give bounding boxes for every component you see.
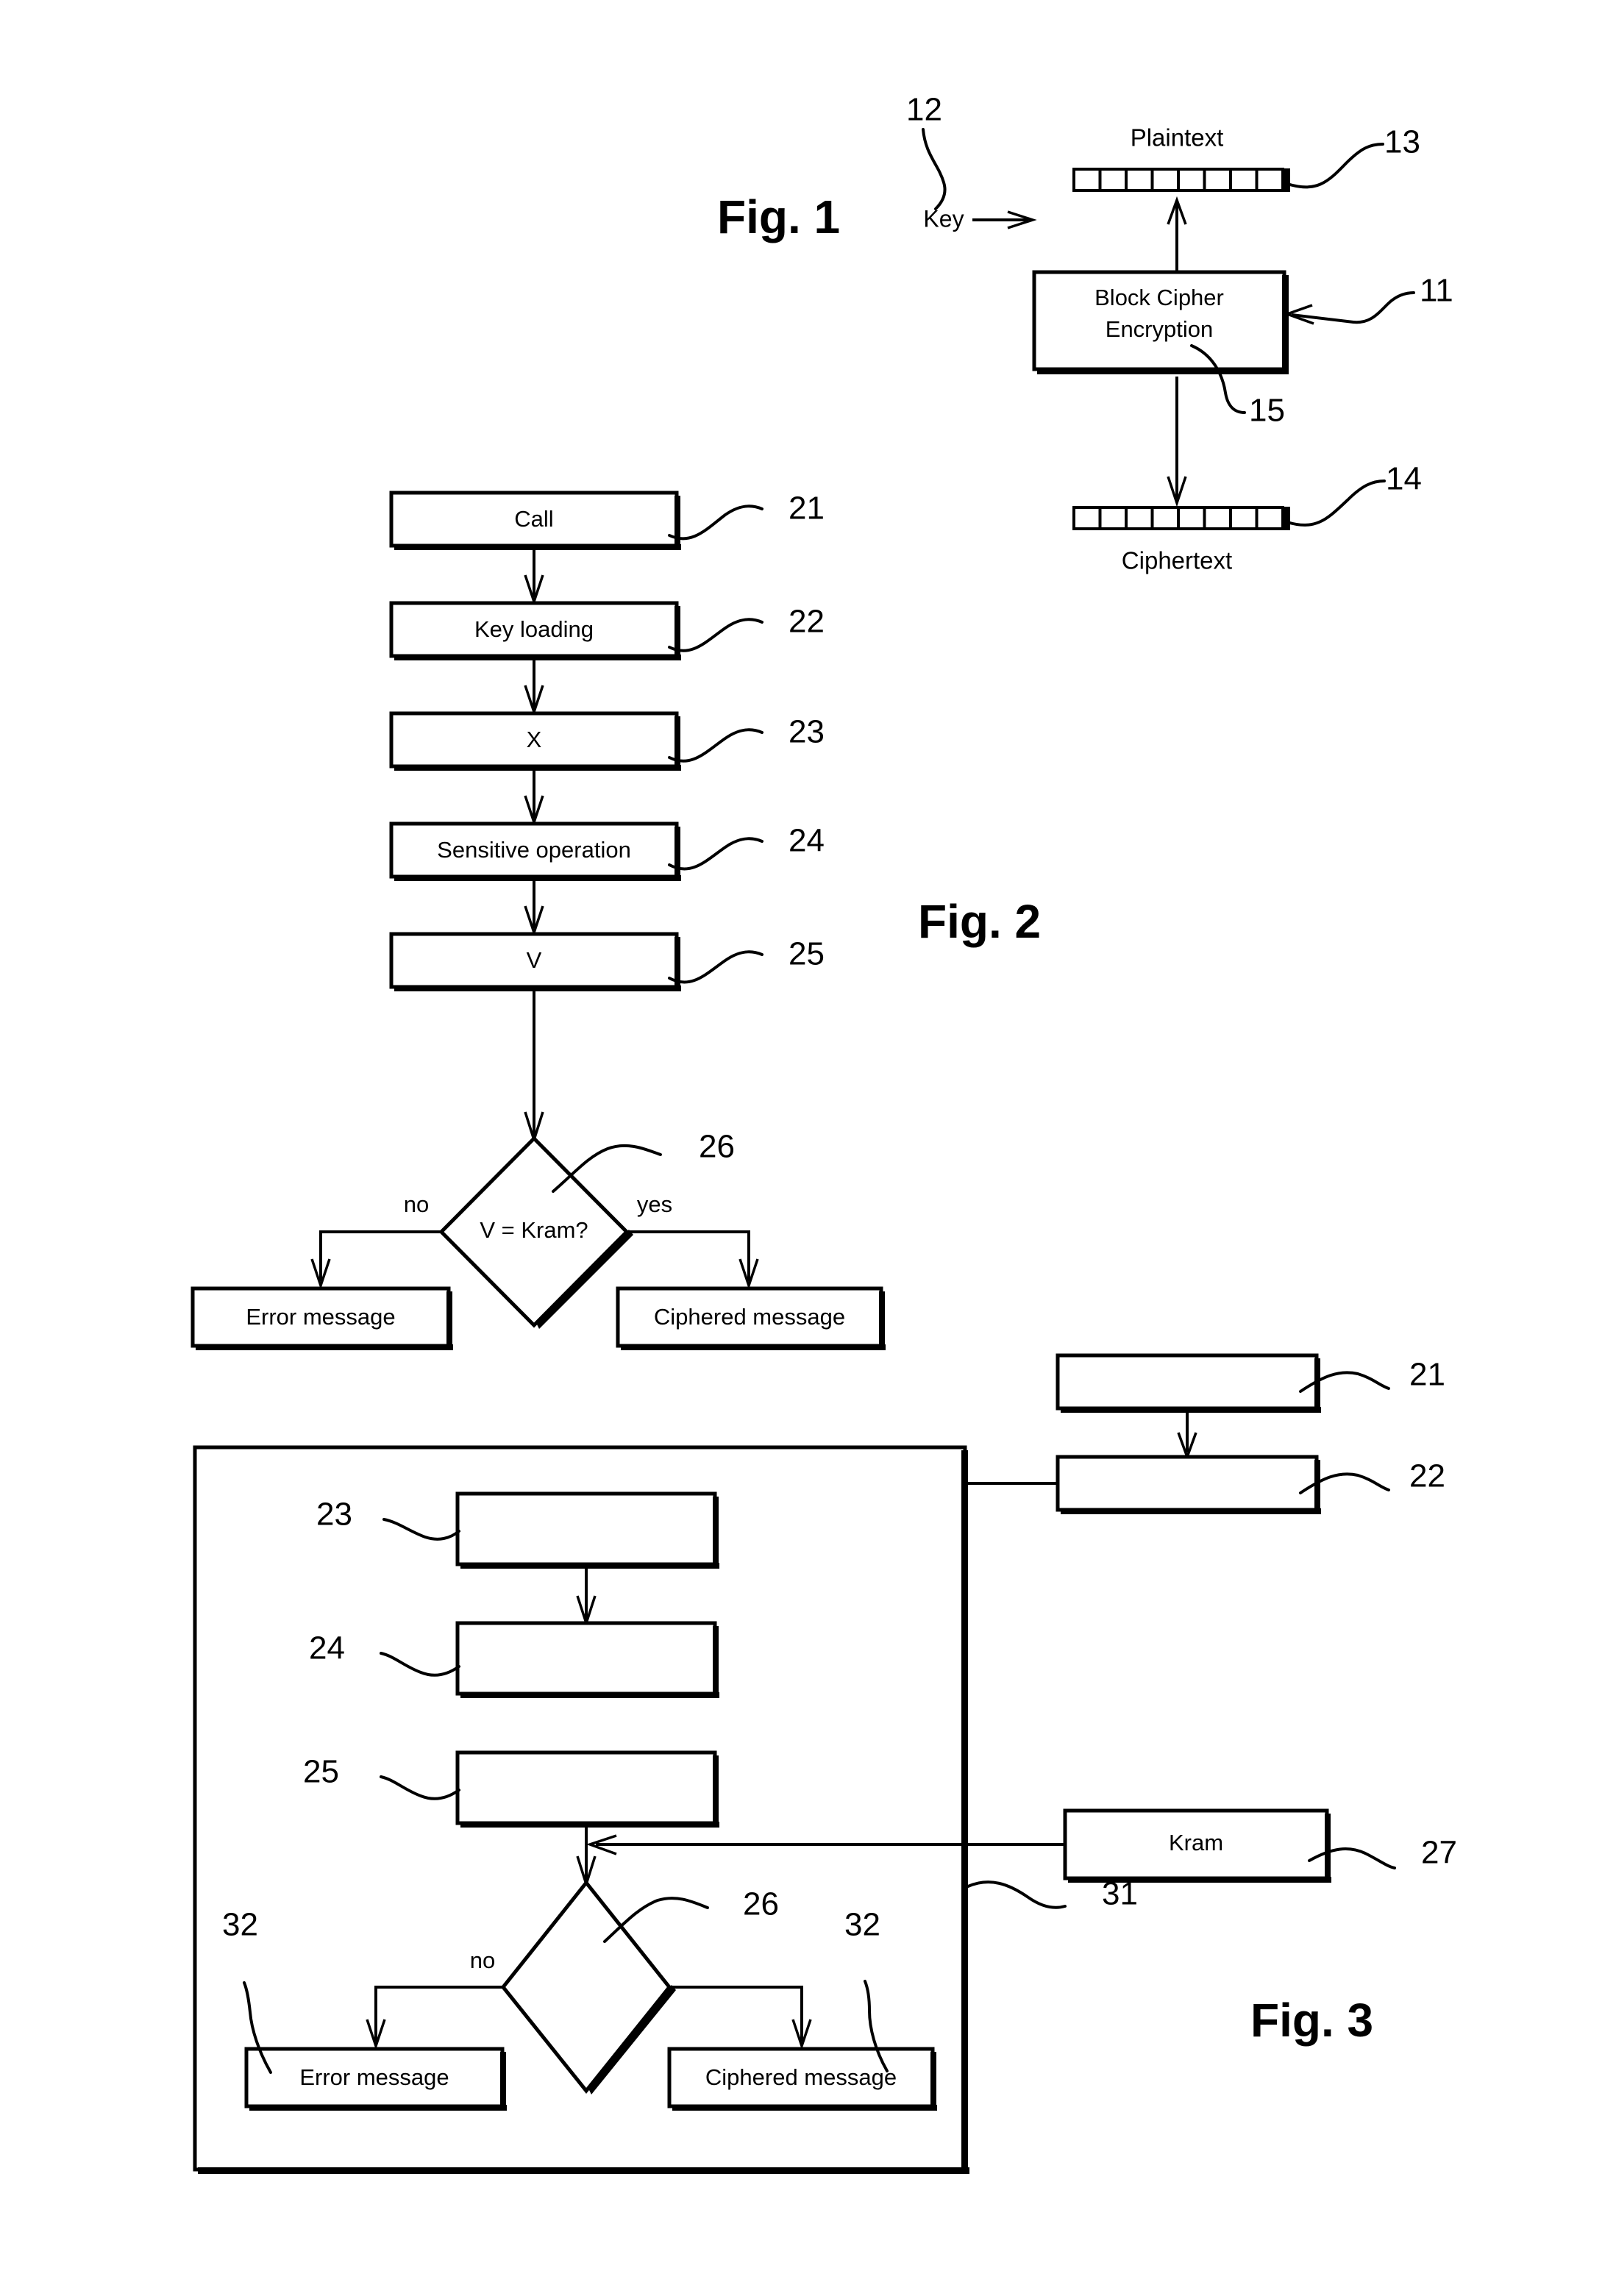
leader-line-13	[1286, 143, 1384, 189]
ref-numeral-13: 13	[1384, 124, 1420, 160]
fig3-ref-24: 24	[309, 1630, 345, 1666]
fig3-ref-27: 27	[1421, 1835, 1457, 1871]
fig2-step-24-label: Sensitive operation	[437, 837, 631, 863]
fig3-ref-32-left: 32	[222, 1907, 258, 1943]
fig2-ref-25: 25	[789, 936, 825, 972]
block-cipher-encryption-box: Block Cipher Encryption	[1032, 270, 1289, 374]
leader-line-fig2-24	[668, 837, 763, 871]
figure-3: 21 22 31 Fig. 3 23 24 25 Kram 27 26 no E…	[193, 1353, 1457, 2174]
fig3-step-23	[455, 1491, 719, 1569]
fig3-ref-25: 25	[303, 1754, 339, 1790]
ciphertext-label: Ciphertext	[1122, 547, 1232, 574]
leader-line-fig2-25	[668, 950, 763, 984]
fig2-arrow-25-26	[524, 991, 544, 1144]
fig2-ref-26: 26	[699, 1129, 735, 1165]
fig2-step-24: Sensitive operation	[389, 821, 681, 881]
ref-numeral-11: 11	[1420, 273, 1453, 309]
fig2-step-22-label: Key loading	[474, 616, 594, 642]
figure-1: Plaintext 13 12 Key Fig. 1 Block Cipher …	[717, 92, 1453, 574]
fig3-ref-21: 21	[1409, 1357, 1445, 1393]
fig2-step-21: Call	[389, 491, 681, 550]
fig3-kram-box: Kram	[1063, 1808, 1331, 1883]
leader-line-11	[1283, 291, 1415, 325]
arrow-key-to-cipher	[972, 210, 1037, 229]
fig2-arrow-23-24	[524, 771, 544, 827]
fig3-step-25	[455, 1750, 719, 1828]
ref-numeral-14: 14	[1386, 461, 1422, 497]
fig2-decision-26: V = Kram?	[438, 1135, 633, 1329]
ciphertext-block-array	[1072, 506, 1290, 530]
plaintext-label: Plaintext	[1131, 124, 1224, 151]
fig2-outcome-ciphered: Ciphered message	[616, 1286, 886, 1350]
fig2-step-25-label: V	[527, 947, 542, 973]
fig2-outcome-error-label: Error message	[246, 1304, 395, 1330]
fig2-outcome-error: Error message	[191, 1286, 453, 1350]
ref-numeral-15: 15	[1249, 393, 1285, 429]
fig2-step-25: V	[389, 932, 681, 991]
fig2-branch-no	[310, 1230, 441, 1290]
fig2-outcome-ciphered-label: Ciphered message	[654, 1304, 845, 1330]
fig2-arrow-22-23	[524, 660, 544, 716]
cipher-block-line1: Block Cipher	[1094, 285, 1224, 310]
fig2-branch-no-label: no	[404, 1191, 429, 1217]
fig3-outcome-error: Error message	[244, 2047, 507, 2111]
fig3-step-22	[1056, 1455, 1321, 1514]
fig3-outcome-error-label: Error message	[299, 2064, 449, 2090]
arrow-cipher-to-ciphertext	[1167, 377, 1187, 507]
figure-2-title: Fig. 2	[918, 895, 1041, 948]
key-label: Key	[923, 205, 964, 232]
fig2-branch-yes-label: yes	[637, 1191, 672, 1217]
fig3-ref-22: 22	[1409, 1458, 1445, 1494]
fig3-kram-label: Kram	[1169, 1830, 1223, 1855]
fig3-outcome-ciphered-label: Ciphered message	[705, 2064, 897, 2090]
leader-line-fig2-22	[668, 618, 763, 652]
ref-numeral-12: 12	[906, 92, 942, 128]
cipher-block-line2: Encryption	[1106, 316, 1213, 342]
fig3-ref-26: 26	[743, 1886, 779, 1922]
fig2-arrow-24-25	[524, 881, 544, 937]
fig2-step-23: X	[389, 711, 681, 771]
fig2-step-21-label: Call	[514, 506, 553, 532]
fig3-arrow-21-22	[1177, 1413, 1197, 1461]
leader-line-14	[1286, 479, 1386, 527]
fig2-step-23-label: X	[527, 727, 542, 752]
fig3-step-21	[1056, 1353, 1321, 1413]
fig2-ref-21: 21	[789, 491, 825, 527]
fig3-outcome-ciphered: Ciphered message	[667, 2047, 937, 2111]
fig3-ref-32-right: 32	[844, 1907, 880, 1943]
fig2-arrow-21-22	[524, 550, 544, 606]
fig2-step-22: Key loading	[389, 601, 681, 660]
patent-drawing-sheet: Plaintext 13 12 Key Fig. 1 Block Cipher …	[0, 0, 1616, 2296]
plaintext-block-array	[1072, 168, 1290, 192]
fig3-step-24	[455, 1621, 719, 1698]
figure-2: Call 21 Key loading 22 X 23 Sensitive op…	[191, 491, 1041, 1350]
leader-line-fig2-23	[668, 728, 763, 763]
arrow-cipher-to-plaintext	[1167, 196, 1187, 272]
fig3-ref-23: 23	[316, 1497, 352, 1533]
leader-line-12	[922, 128, 947, 210]
fig2-ref-23: 23	[789, 714, 825, 750]
figure-3-title: Fig. 3	[1250, 1994, 1373, 2047]
leader-line-fig2-21	[668, 505, 763, 541]
figure-1-title: Fig. 1	[717, 190, 840, 243]
fig3-branch-no-label: no	[470, 1947, 495, 1973]
fig2-decision-label: V = Kram?	[480, 1217, 588, 1243]
leader-line-fig3-31	[967, 1880, 1067, 1909]
fig2-ref-24: 24	[789, 823, 825, 859]
fig2-ref-22: 22	[789, 604, 825, 640]
fig2-branch-yes	[627, 1230, 759, 1290]
